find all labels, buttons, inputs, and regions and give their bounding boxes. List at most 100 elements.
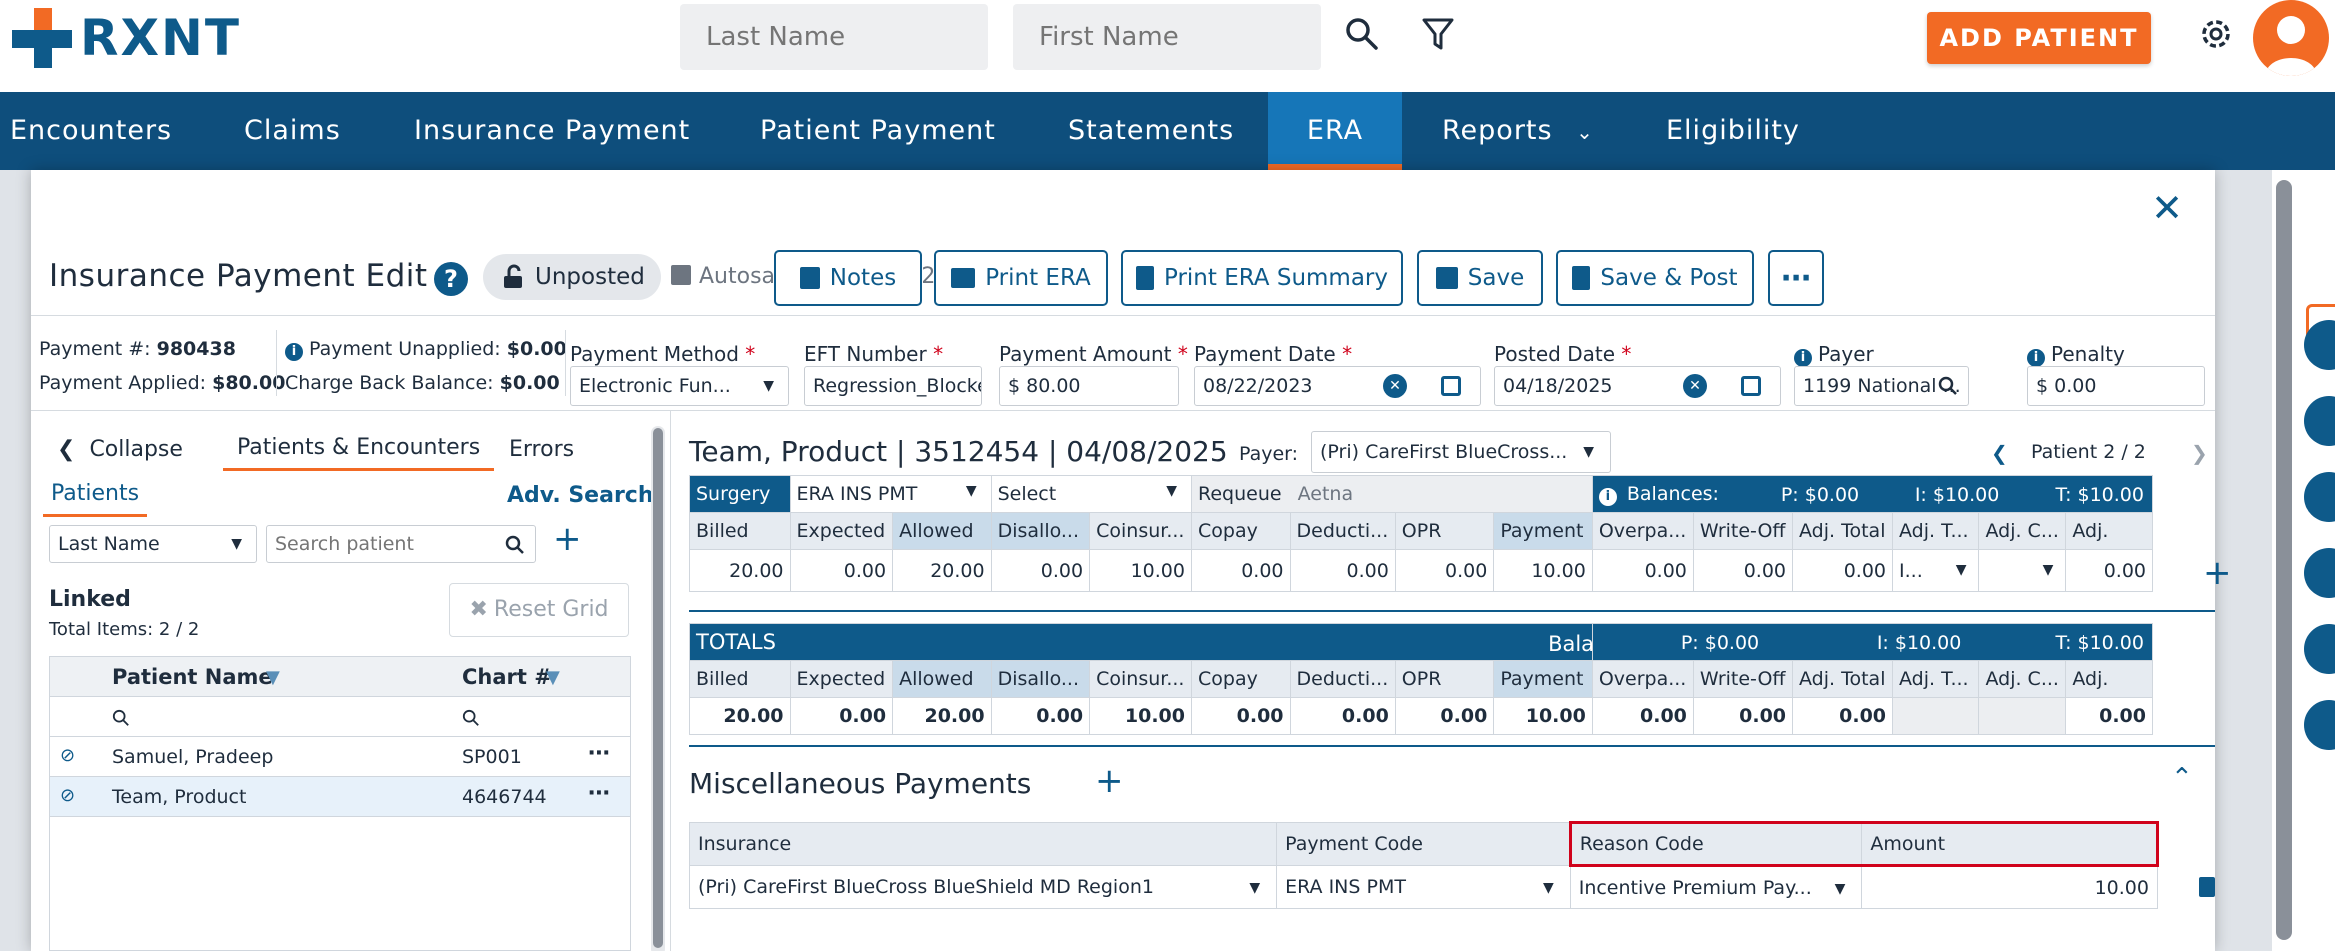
nav-insurance-payment[interactable]: Insurance Payment [414, 92, 690, 170]
calendar-icon[interactable] [1441, 376, 1461, 396]
col-patient-name[interactable]: Patient Name [112, 665, 273, 689]
adv-search-link[interactable]: Adv. Search [507, 483, 654, 508]
expected-value[interactable]: 0.00 [789, 549, 894, 592]
opr-value[interactable]: 0.00 [1394, 549, 1495, 592]
left-scrollbar[interactable] [651, 426, 665, 951]
clear-icon[interactable]: ✕ [1683, 374, 1707, 398]
coinsurance-value[interactable]: 10.00 [1089, 549, 1192, 592]
rxnt-logo[interactable]: RXNT [12, 8, 241, 68]
payment-value[interactable]: 10.00 [1493, 549, 1593, 592]
deductible-value[interactable]: 0.00 [1289, 549, 1396, 592]
avatar[interactable] [2253, 0, 2329, 76]
disallowed-value[interactable]: 0.00 [990, 549, 1091, 592]
add-line-icon[interactable]: + [2203, 553, 2232, 593]
nav-reports[interactable]: Reports ⌄ [1442, 92, 1594, 170]
next-patient-icon[interactable]: ❯ [2191, 441, 2208, 465]
filter-icon[interactable] [1418, 14, 1458, 54]
posted-date-input[interactable]: 04/18/2025 ✕ [1494, 366, 1781, 406]
col-chart-number[interactable]: Chart # [462, 665, 552, 689]
tab-errors[interactable]: Errors [509, 437, 574, 462]
copay-value[interactable]: 0.00 [1191, 549, 1291, 592]
close-icon[interactable]: ✕ [2151, 186, 2183, 230]
nav-era[interactable]: ERA [1268, 92, 1402, 170]
search-icon[interactable] [112, 709, 130, 727]
gear-icon[interactable] [2196, 14, 2236, 54]
encounter-payer-select[interactable]: (Pri) CareFirst BlueCross... ▼ [1311, 431, 1611, 473]
nav-patient-payment[interactable]: Patient Payment [760, 92, 996, 170]
save-post-button[interactable]: Save & Post [1556, 250, 1754, 306]
search-icon[interactable] [505, 535, 525, 555]
penalty-input[interactable]: $ 0.00 [2027, 366, 2205, 406]
filter-icon[interactable]: ▼ [266, 667, 280, 688]
payment-date-input[interactable]: 08/22/2023 ✕ [1194, 366, 1481, 406]
calendar-icon[interactable] [1741, 376, 1761, 396]
payment-code-select[interactable]: ERA INS PMT ▼ [1276, 865, 1571, 909]
first-name-input[interactable] [1013, 4, 1321, 70]
patients-subtab[interactable]: Patients [43, 481, 148, 517]
adj-code-select[interactable]: ▼ [1978, 549, 2067, 592]
adj-total-value[interactable]: 0.00 [1792, 549, 1894, 592]
adj-type-select[interactable]: I... ▼ [1892, 549, 1980, 592]
amount-input[interactable]: 10.00 [1861, 865, 2158, 909]
nav-claims[interactable]: Claims [244, 92, 341, 170]
requeue-field[interactable]: Requeue Aetna [1191, 475, 1593, 513]
print-era-button[interactable]: Print ERA [934, 250, 1108, 306]
top-bar: RXNT ADD PATIENT [0, 0, 2335, 92]
col-adj-total: Adj. Total [1792, 512, 1894, 550]
add-misc-payment-icon[interactable]: + [1095, 761, 1124, 801]
search-icon[interactable] [1938, 376, 1958, 396]
tab-patients-encounters[interactable]: Patients & Encounters [223, 435, 495, 471]
more-icon: ⋯ [1781, 260, 1811, 296]
collapse-button[interactable]: ❮ Collapse [57, 437, 183, 462]
notes-button[interactable]: Notes [774, 250, 922, 306]
more-icon[interactable]: ⋯ [588, 781, 610, 806]
col-overpayment: Overpa... [1591, 660, 1694, 698]
add-patient-icon[interactable]: + [553, 519, 582, 559]
select-dropdown[interactable]: Select ▼ [990, 475, 1193, 513]
allowed-value[interactable]: 20.00 [892, 549, 992, 592]
line-code-select[interactable]: ERA INS PMT ▼ [789, 475, 992, 513]
table-row[interactable]: ⊘ Samuel, Pradeep SP001 ⋯ [50, 737, 630, 777]
more-icon[interactable]: ⋯ [588, 741, 610, 766]
prev-patient-icon[interactable]: ❮ [1991, 441, 2008, 465]
nav-encounters[interactable]: Encounters [10, 92, 172, 170]
trash-icon[interactable] [2199, 877, 2215, 897]
last-name-input[interactable] [680, 4, 988, 70]
totals-i: I: $10.00 [1876, 632, 1962, 654]
table-row[interactable]: ⊘ Team, Product 4646744 ⋯ [50, 777, 630, 817]
overpayment-value[interactable]: 0.00 [1591, 549, 1694, 592]
save-button[interactable]: Save [1417, 250, 1543, 306]
payment-method-select[interactable]: Electronic Fun... ▼ [570, 366, 789, 406]
reason-code-select[interactable]: Incentive Premium Pay... ▼ [1569, 865, 1863, 909]
totals-header: TOTALS Balance P: $0.00 I: $10.00 T: $10.… [689, 623, 2154, 661]
search-icon[interactable] [462, 709, 480, 727]
col-adj-total: Adj. Total [1792, 660, 1894, 698]
eft-number-input[interactable]: Regression_Blocke [804, 366, 982, 406]
hide-icon[interactable]: ⊘ [60, 745, 75, 766]
payment-amount-input[interactable]: $ 80.00 [999, 366, 1179, 406]
col-opr: OPR [1394, 660, 1495, 698]
insurance-select[interactable]: (Pri) CareFirst BlueCross BlueShield MD … [688, 865, 1278, 909]
adj-value[interactable]: 0.00 [2065, 549, 2153, 592]
col-deductible: Deducti... [1289, 512, 1396, 550]
caret-down-icon: ▼ [1834, 881, 1846, 897]
write-off-value[interactable]: 0.00 [1692, 549, 1794, 592]
filter-icon[interactable]: ▼ [546, 667, 560, 688]
search-patient-input[interactable] [266, 525, 536, 563]
help-icon[interactable]: ? [434, 262, 468, 296]
col-billed: Billed [689, 512, 791, 550]
payer-input[interactable]: 1199 National ... [1794, 366, 1969, 406]
add-patient-button[interactable]: ADD PATIENT [1927, 12, 2151, 64]
more-options-button[interactable]: ⋯ [1768, 250, 1824, 306]
print-era-summary-button[interactable]: Print ERA Summary [1121, 250, 1403, 306]
nav-statements[interactable]: Statements [1068, 92, 1234, 170]
sort-select[interactable]: Last Name ▼ [49, 525, 257, 563]
clear-icon[interactable]: ✕ [1383, 374, 1407, 398]
page-scrollbar[interactable] [2276, 180, 2292, 940]
reset-grid-button[interactable]: ✖ Reset Grid [449, 583, 629, 637]
search-icon[interactable] [1342, 14, 1382, 54]
hide-icon[interactable]: ⊘ [60, 785, 75, 806]
chevron-up-icon[interactable]: ⌃ [2171, 763, 2193, 793]
nav-eligibility[interactable]: Eligibility [1666, 92, 1800, 170]
billed-value[interactable]: 20.00 [689, 549, 791, 592]
